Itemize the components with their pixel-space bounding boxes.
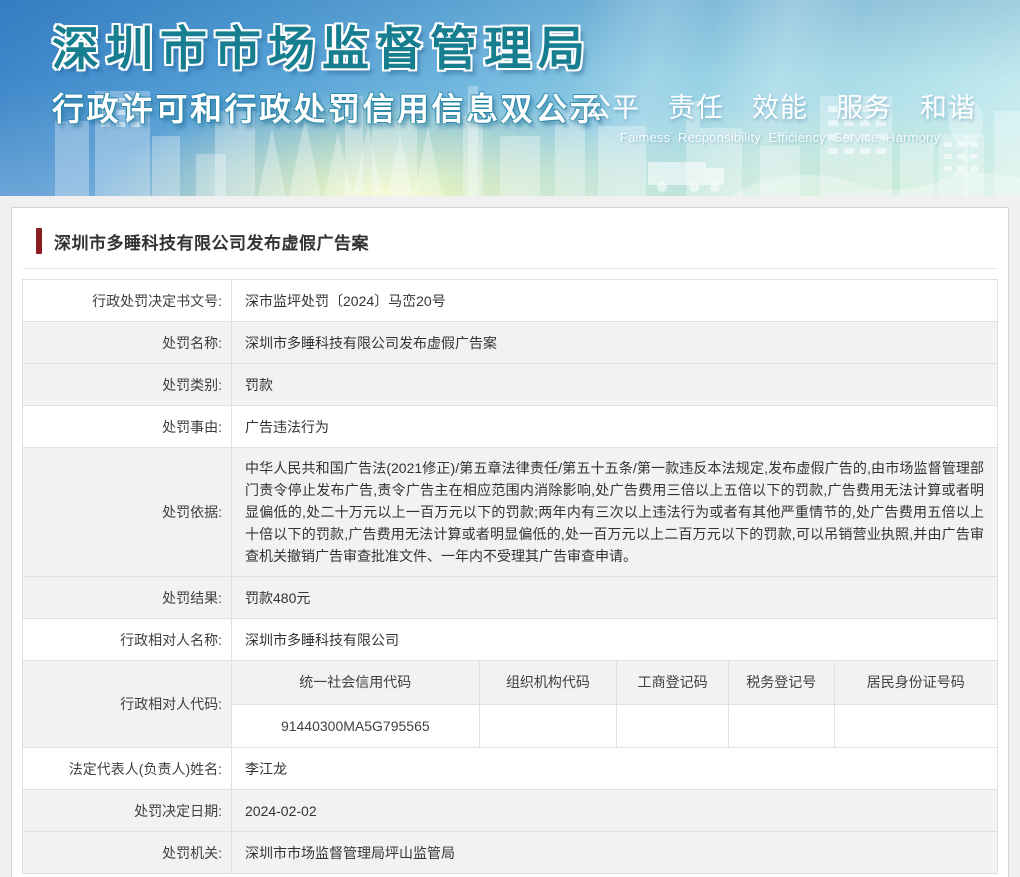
codes-col-header: 税务登记号	[727, 661, 835, 705]
codes-col-header: 居民身份证号码	[833, 661, 997, 705]
codes-header-row: 统一社会信用代码 组织机构代码 工商登记码 税务登记号 居民身份证号码	[232, 661, 997, 705]
page-title-row: 深圳市多睡科技有限公司发布虚假广告案	[22, 227, 998, 255]
row-value: 罚款	[231, 363, 998, 406]
row-label: 处罚事由:	[22, 405, 232, 448]
row-value: 中华人民共和国广告法(2021修正)/第五章法律责任/第五十五条/第一款违反本法…	[231, 447, 998, 577]
slogan-chinese: 公平 责任 效能 服务 和谐	[584, 93, 976, 123]
table-row: 处罚名称: 深圳市多睡科技有限公司发布虚假广告案	[22, 321, 998, 364]
table-row: 行政处罚决定书文号: 深市监坪处罚〔2024〕马峦20号	[22, 279, 998, 322]
row-label: 法定代表人(负责人)姓名:	[22, 747, 232, 790]
codes-cell: 统一社会信用代码 组织机构代码 工商登记码 税务登记号 居民身份证号码 9144…	[231, 660, 998, 748]
row-value: 深市监坪处罚〔2024〕马峦20号	[231, 279, 998, 322]
row-value: 李江龙	[231, 747, 998, 790]
table-row: 法定代表人(负责人)姓名: 李江龙	[22, 747, 998, 790]
codes-col-header: 工商登记码	[616, 661, 729, 705]
row-label: 处罚决定日期:	[22, 789, 232, 832]
content-panel: 深圳市多睡科技有限公司发布虚假广告案 行政处罚决定书文号: 深市监坪处罚〔202…	[11, 207, 1009, 877]
title-accent-bar	[36, 228, 42, 254]
table-row: 处罚事由: 广告违法行为	[22, 405, 998, 448]
table-row: 处罚机关: 深圳市市场监督管理局坪山监管局	[22, 831, 998, 874]
table-row-codes: 行政相对人代码: 统一社会信用代码 组织机构代码 工商登记码 税务登记号 居民身…	[22, 660, 998, 748]
row-label: 处罚依据:	[22, 447, 232, 577]
page-title: 深圳市多睡科技有限公司发布虚假广告案	[54, 233, 369, 253]
codes-table: 统一社会信用代码 组织机构代码 工商登记码 税务登记号 居民身份证号码 9144…	[232, 661, 997, 747]
row-label: 行政相对人代码:	[22, 660, 232, 748]
row-value: 罚款480元	[231, 576, 998, 619]
codes-value	[833, 703, 997, 747]
row-label: 处罚名称:	[22, 321, 232, 364]
row-value: 深圳市多睡科技有限公司	[231, 618, 998, 661]
codes-value-row: 91440300MA5G795565	[232, 703, 997, 747]
table-row: 处罚结果: 罚款480元	[22, 576, 998, 619]
penalty-info-table: 行政处罚决定书文号: 深市监坪处罚〔2024〕马峦20号 处罚名称: 深圳市多睡…	[22, 279, 998, 874]
codes-value	[727, 703, 835, 747]
table-row: 处罚类别: 罚款	[22, 363, 998, 406]
row-value: 2024-02-02	[231, 789, 998, 832]
row-value: 深圳市多睡科技有限公司发布虚假广告案	[231, 321, 998, 364]
row-label: 处罚类别:	[22, 363, 232, 406]
row-label: 处罚机关:	[22, 831, 232, 874]
table-row-penalty-basis: 处罚依据: 中华人民共和国广告法(2021修正)/第五章法律责任/第五十五条/第…	[22, 447, 998, 577]
codes-value	[478, 703, 618, 747]
codes-col-header: 统一社会信用代码	[232, 661, 480, 705]
row-label: 行政相对人名称:	[22, 618, 232, 661]
row-label: 行政处罚决定书文号:	[22, 279, 232, 322]
slogan-english: Faimess Responsibility Efficiency Servic…	[619, 130, 941, 145]
codes-value: 91440300MA5G795565	[232, 703, 480, 747]
site-banner: 深圳市市场监督管理局 行政许可和行政处罚信用信息双公示 公平 责任 效能 服务 …	[0, 0, 1020, 196]
banner-slogan: 公平 责任 效能 服务 和谐 Faimess Responsibility Ef…	[584, 86, 976, 145]
title-divider	[23, 268, 997, 269]
row-value: 深圳市市场监督管理局坪山监管局	[231, 831, 998, 874]
banner-subtitle: 行政许可和行政处罚信用信息双公示	[52, 91, 605, 127]
agency-title: 深圳市市场监督管理局	[52, 22, 592, 75]
row-value: 广告违法行为	[231, 405, 998, 448]
row-label: 处罚结果:	[22, 576, 232, 619]
table-row: 处罚决定日期: 2024-02-02	[22, 789, 998, 832]
codes-col-header: 组织机构代码	[478, 661, 618, 705]
codes-value	[616, 703, 729, 747]
table-row: 行政相对人名称: 深圳市多睡科技有限公司	[22, 618, 998, 661]
